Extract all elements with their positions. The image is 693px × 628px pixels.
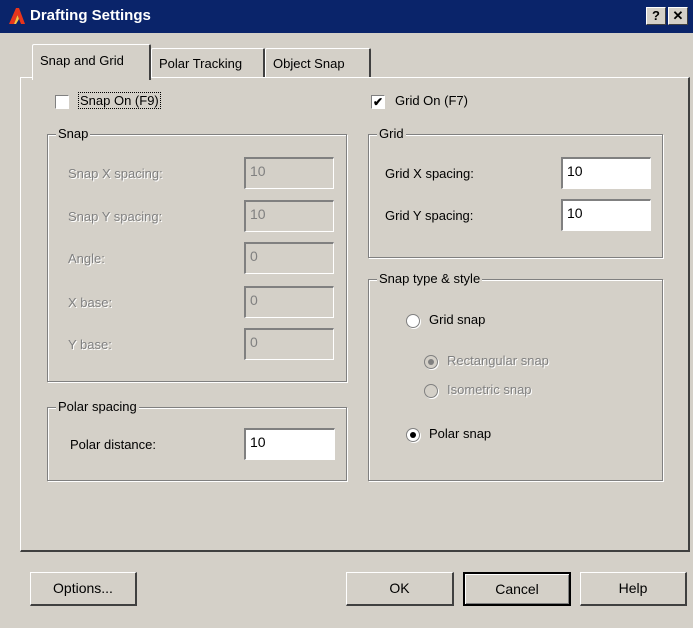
tab-label: Polar Tracking (159, 56, 243, 71)
tab-object-snap[interactable]: Object Snap (265, 48, 371, 77)
isometric-snap-label[interactable]: Isometric snap (447, 382, 532, 397)
rectangular-snap-label[interactable]: Rectangular snap (447, 353, 549, 368)
snap-type-title: Snap type & style (377, 271, 483, 286)
tab-label: Snap and Grid (40, 53, 124, 68)
polar-snap-radio[interactable] (406, 428, 420, 442)
grid-x-label: Grid X spacing: (385, 166, 474, 181)
grid-on-label[interactable]: Grid On (F7) (395, 93, 468, 108)
x-base-input[interactable]: 0 (244, 286, 334, 318)
window-title: Drafting Settings (30, 7, 151, 24)
tab-snap-and-grid[interactable]: Snap and Grid (32, 44, 151, 80)
snap-group-title: Snap (56, 126, 91, 141)
snap-y-label: Snap Y spacing: (68, 209, 163, 224)
tab-label: Object Snap (273, 56, 345, 71)
polar-distance-label: Polar distance: (70, 437, 156, 452)
polar-distance-input[interactable]: 10 (244, 428, 335, 460)
grid-y-label: Grid Y spacing: (385, 208, 474, 223)
ok-button[interactable]: OK (346, 572, 454, 606)
grid-snap-label[interactable]: Grid snap (429, 312, 485, 327)
title-bar: Drafting Settings ? ✕ (0, 0, 693, 33)
help-title-button[interactable]: ? (646, 7, 666, 25)
snap-on-label[interactable]: Snap On (F9) (78, 92, 161, 109)
close-button[interactable]: ✕ (668, 7, 688, 25)
snap-y-input[interactable]: 10 (244, 200, 334, 232)
cancel-button[interactable]: Cancel (463, 572, 571, 606)
snap-on-checkbox[interactable] (55, 95, 69, 109)
polar-snap-label[interactable]: Polar snap (429, 426, 491, 441)
grid-y-input[interactable]: 10 (561, 199, 651, 231)
snap-x-input[interactable]: 10 (244, 157, 334, 189)
polar-spacing-title: Polar spacing (56, 399, 139, 414)
autocad-icon (9, 8, 25, 24)
x-base-label: X base: (68, 295, 113, 310)
grid-group: Grid Grid X spacing: 10 Grid Y spacing: … (368, 126, 663, 258)
grid-x-input[interactable]: 10 (561, 157, 651, 189)
y-base-input[interactable]: 0 (244, 328, 334, 360)
options-button[interactable]: Options... (30, 572, 137, 606)
rectangular-snap-radio[interactable] (424, 355, 438, 369)
polar-spacing-group: Polar spacing Polar distance: 10 (47, 399, 347, 481)
grid-snap-radio[interactable] (406, 314, 420, 328)
snap-group: Snap Snap X spacing: 10 Snap Y spacing: … (47, 126, 347, 382)
grid-group-title: Grid (377, 126, 406, 141)
snap-x-label: Snap X spacing: (68, 166, 163, 181)
isometric-snap-radio[interactable] (424, 384, 438, 398)
y-base-label: Y base: (68, 337, 112, 352)
angle-label: Angle: (68, 251, 105, 266)
angle-input[interactable]: 0 (244, 242, 334, 274)
tab-polar-tracking[interactable]: Polar Tracking (151, 48, 265, 77)
snap-type-group: Snap type & style Grid snap Rectangular … (368, 271, 663, 481)
grid-on-checkbox[interactable]: ✔ (371, 95, 385, 109)
help-button[interactable]: Help (580, 572, 687, 606)
